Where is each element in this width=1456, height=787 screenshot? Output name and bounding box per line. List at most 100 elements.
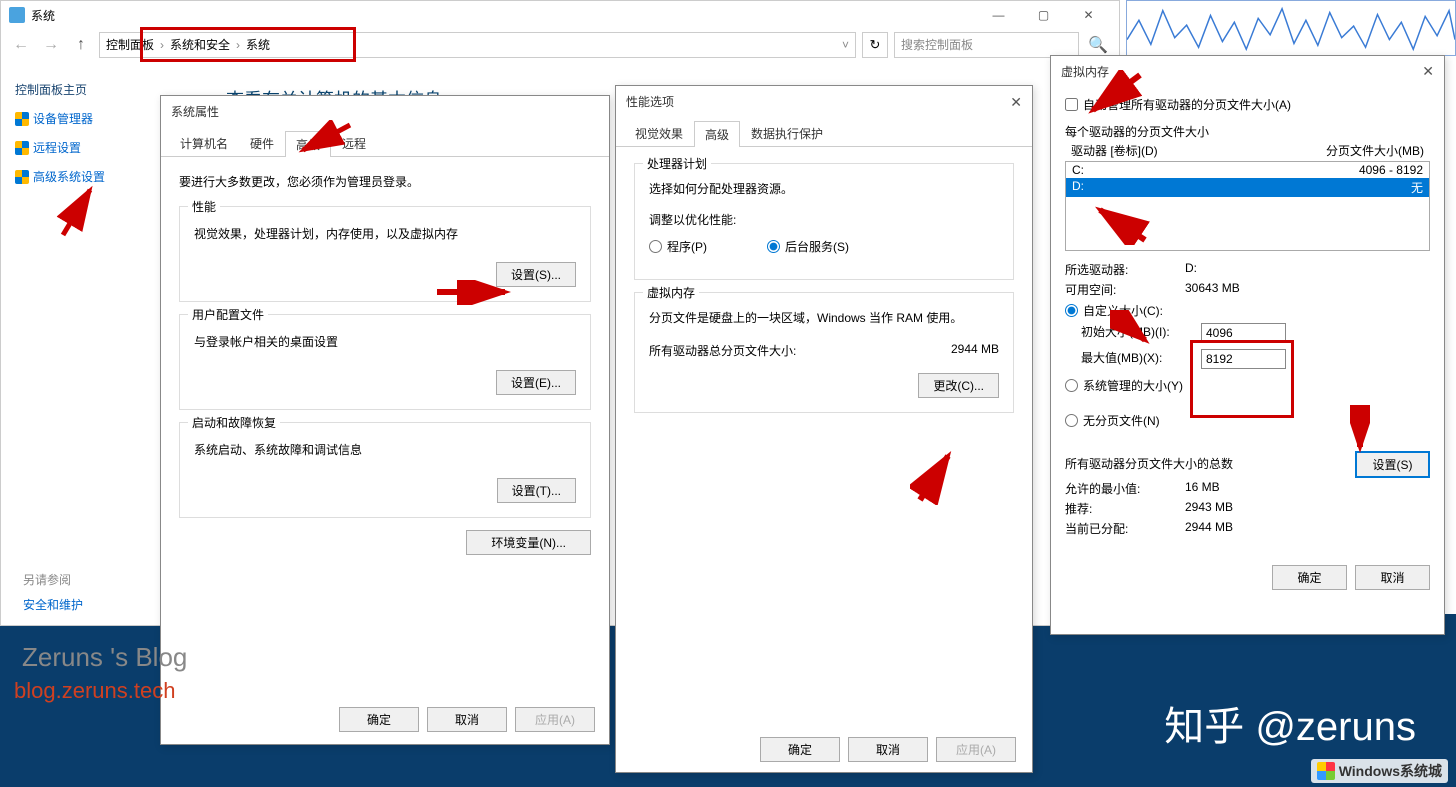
auto-manage-checkbox[interactable]: 自动管理所有驱动器的分页文件大小(A) xyxy=(1065,96,1430,113)
up-button[interactable]: ↑ xyxy=(69,33,93,57)
userprofile-group: 用户配置文件 与登录帐户相关的桌面设置 设置(E)... xyxy=(179,314,591,410)
shield-icon xyxy=(15,112,29,126)
breadcrumb-sep: › xyxy=(236,38,240,52)
initial-size-input[interactable] xyxy=(1201,323,1286,343)
group-title: 启动和故障恢复 xyxy=(188,414,280,431)
tab-advanced[interactable]: 高级 xyxy=(694,121,740,147)
window-title: 系统 xyxy=(31,7,55,24)
close-icon[interactable]: ✕ xyxy=(1010,94,1022,111)
watermark-blog-name: Zeruns 's Blog xyxy=(22,642,187,673)
radio-label: 程序(P) xyxy=(667,238,707,255)
tabs: 计算机名 硬件 高级 远程 xyxy=(161,126,609,157)
vm-desc: 分页文件是硬盘上的一块区域，Windows 当作 RAM 使用。 xyxy=(649,309,999,326)
search-input[interactable]: 搜索控制面板 xyxy=(894,32,1079,58)
address-bar[interactable]: 控制面板 › 系统和安全 › 系统 ˅ xyxy=(99,32,856,58)
drive-name: D: xyxy=(1072,179,1411,196)
sidebar-advanced-system[interactable]: 高级系统设置 xyxy=(15,162,147,191)
group-title: 性能 xyxy=(188,198,220,215)
virtual-memory-dialog: 虚拟内存 ✕ 自动管理所有驱动器的分页文件大小(A) 每个驱动器的分页文件大小 … xyxy=(1050,55,1445,635)
sidebar-item-label: 设备管理器 xyxy=(33,110,93,127)
breadcrumb-0[interactable]: 控制面板 xyxy=(106,36,154,53)
forward-button[interactable]: → xyxy=(39,33,63,57)
close-button[interactable]: ✕ xyxy=(1066,1,1111,29)
drive-list[interactable]: C: 4096 - 8192 D: 无 xyxy=(1065,161,1430,251)
min-value: 16 MB xyxy=(1185,480,1220,497)
radio-no-paging[interactable]: 无分页文件(N) xyxy=(1065,412,1430,429)
refresh-button[interactable]: ↻ xyxy=(862,32,888,58)
env-vars-button[interactable]: 环境变量(N)... xyxy=(466,530,591,555)
close-icon[interactable]: ✕ xyxy=(1422,63,1434,80)
ok-button[interactable]: 确定 xyxy=(760,737,840,762)
max-size-input[interactable] xyxy=(1201,349,1286,369)
tab-computername[interactable]: 计算机名 xyxy=(169,130,239,156)
sel-drive-label: 所选驱动器: xyxy=(1065,261,1185,278)
vm-change-button[interactable]: 更改(C)... xyxy=(918,373,999,398)
minimize-button[interactable]: — xyxy=(976,1,1021,29)
drive-row-d[interactable]: D: 无 xyxy=(1066,178,1429,197)
startup-settings-button[interactable]: 设置(T)... xyxy=(497,478,576,503)
watermark-zhihu: 知乎 @zeruns xyxy=(1164,694,1416,752)
breadcrumb-1[interactable]: 系统和安全 xyxy=(170,36,230,53)
radio-programs[interactable]: 程序(P) xyxy=(649,238,707,255)
perf-desc: 视觉效果，处理器计划，内存使用，以及虚拟内存 xyxy=(194,225,576,242)
dialog-title: 性能选项 xyxy=(616,86,1032,116)
shield-icon xyxy=(15,170,29,184)
radio-label: 后台服务(S) xyxy=(785,238,849,255)
back-button[interactable]: ← xyxy=(9,33,33,57)
sidebar-item-label: 远程设置 xyxy=(33,139,81,156)
min-label: 允许的最小值: xyxy=(1065,480,1185,497)
cancel-button[interactable]: 取消 xyxy=(427,707,507,732)
adjust-label: 调整以优化性能: xyxy=(649,211,999,228)
cancel-button[interactable]: 取消 xyxy=(1355,565,1430,590)
system-icon xyxy=(9,7,25,23)
nav-toolbar: ← → ↑ 控制面板 › 系统和安全 › 系统 ˅ ↻ 搜索控制面板 🔍 xyxy=(1,29,1119,61)
sidebar: 控制面板主页 设备管理器 远程设置 高级系统设置 xyxy=(1,63,161,203)
ok-button[interactable]: 确定 xyxy=(1272,565,1347,590)
sidebar-remote-settings[interactable]: 远程设置 xyxy=(15,133,147,162)
see-also-label: 另请参阅 xyxy=(23,571,71,588)
sel-drive-value: D: xyxy=(1185,261,1197,278)
tab-visual[interactable]: 视觉效果 xyxy=(624,120,694,146)
address-dropdown-icon[interactable]: ˅ xyxy=(842,38,849,52)
rec-value: 2943 MB xyxy=(1185,500,1233,517)
radio-background[interactable]: 后台服务(S) xyxy=(767,238,849,255)
titlebar: 系统 — ▢ ✕ xyxy=(1,1,1119,29)
tab-dep[interactable]: 数据执行保护 xyxy=(740,120,834,146)
cur-label: 当前已分配: xyxy=(1065,520,1185,537)
tab-advanced[interactable]: 高级 xyxy=(285,131,331,157)
tab-remote[interactable]: 远程 xyxy=(331,130,377,156)
drive-row-c[interactable]: C: 4096 - 8192 xyxy=(1066,162,1429,178)
admin-msg: 要进行大多数更改，您必须作为管理员登录。 xyxy=(179,173,591,190)
drive-size: 无 xyxy=(1411,179,1423,196)
see-also-security[interactable]: 安全和维护 xyxy=(23,596,83,613)
cpu-desc: 选择如何分配处理器资源。 xyxy=(649,180,999,197)
radio-custom-size[interactable]: 自定义大小(C): xyxy=(1065,302,1430,319)
radio-system-managed[interactable]: 系统管理的大小(Y) xyxy=(1065,377,1430,394)
system-properties-dialog: 系统属性 计算机名 硬件 高级 远程 要进行大多数更改，您必须作为管理员登录。 … xyxy=(160,95,610,745)
each-drive-label: 每个驱动器的分页文件大小 xyxy=(1065,123,1430,140)
vm-total-label: 所有驱动器总分页文件大小: xyxy=(649,342,951,359)
avail-label: 可用空间: xyxy=(1065,281,1185,298)
search-icon[interactable]: 🔍 xyxy=(1085,32,1111,58)
avail-value: 30643 MB xyxy=(1185,281,1240,298)
shield-icon xyxy=(15,141,29,155)
maximize-button[interactable]: ▢ xyxy=(1021,1,1066,29)
radio-label: 无分页文件(N) xyxy=(1083,412,1160,429)
sidebar-device-manager[interactable]: 设备管理器 xyxy=(15,104,147,133)
breadcrumb-2[interactable]: 系统 xyxy=(246,36,270,53)
apply-button[interactable]: 应用(A) xyxy=(936,737,1016,762)
drive-name: C: xyxy=(1072,163,1359,177)
apply-button[interactable]: 应用(A) xyxy=(515,707,595,732)
set-button[interactable]: 设置(S) xyxy=(1355,451,1430,478)
tab-hardware[interactable]: 硬件 xyxy=(239,130,285,156)
group-title: 用户配置文件 xyxy=(188,306,268,323)
ok-button[interactable]: 确定 xyxy=(339,707,419,732)
col-size: 分页文件大小(MB) xyxy=(1326,142,1424,159)
group-title: 处理器计划 xyxy=(643,155,711,172)
perf-settings-button[interactable]: 设置(S)... xyxy=(496,262,576,287)
cpu-scheduling-group: 处理器计划 选择如何分配处理器资源。 调整以优化性能: 程序(P) 后台服务(S… xyxy=(634,163,1014,280)
profile-settings-button[interactable]: 设置(E)... xyxy=(496,370,576,395)
cancel-button[interactable]: 取消 xyxy=(848,737,928,762)
dialog-title: 虚拟内存 xyxy=(1061,63,1109,80)
sidebar-home[interactable]: 控制面板主页 xyxy=(15,75,147,104)
